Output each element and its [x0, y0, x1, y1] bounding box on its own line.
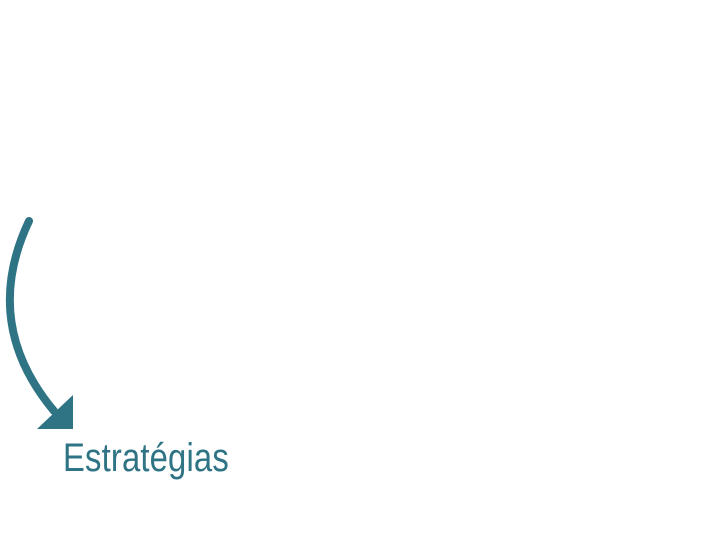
canvas: Estratégias — [0, 0, 723, 559]
arrow-shaft — [5, 217, 58, 415]
strategies-label: Estratégias — [63, 436, 229, 480]
